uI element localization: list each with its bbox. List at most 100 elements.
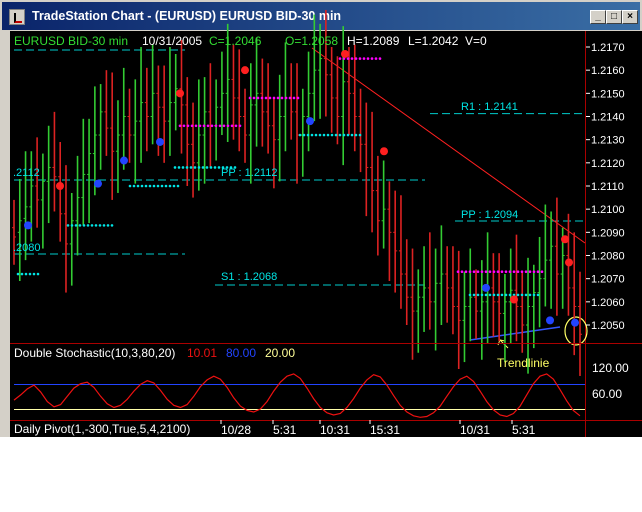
band-dot [168, 184, 172, 188]
band-dot [346, 57, 350, 60]
band-dot [217, 166, 221, 169]
band-dot [496, 270, 500, 274]
band-dot [512, 270, 516, 274]
band-dot [110, 224, 114, 227]
band-dot [234, 124, 238, 128]
band-dot [102, 224, 106, 227]
price-tick-label: 1.2080 [591, 251, 625, 263]
band-dot [342, 133, 346, 137]
price-tick-label: 1.2070 [591, 274, 625, 286]
swing-high-marker [380, 147, 388, 156]
chart-canvas[interactable]: R1 : 1.2141 PP : 1.2112 S1 : 1.2068 PP :… [0, 0, 642, 437]
indicator-value-2: 80.00 [226, 346, 256, 360]
band-dot [488, 270, 492, 274]
header-high: H=1.2089 [347, 34, 400, 48]
band-dot [362, 57, 366, 60]
band-dot [186, 124, 190, 128]
band-dot [354, 133, 358, 137]
band-dot [197, 166, 201, 169]
band-dot [201, 166, 205, 169]
band-dot [306, 133, 310, 137]
band-dot [374, 57, 378, 60]
band-dot [480, 293, 484, 297]
band-dot [496, 293, 500, 297]
band-dot [178, 124, 182, 128]
price-tick-label: 1.2100 [591, 204, 625, 216]
band-dot [106, 224, 110, 227]
band-dot [194, 124, 198, 128]
band-dot [20, 272, 24, 276]
label-left-lower: .2080 [13, 242, 41, 254]
label-r1: R1 : 1.2141 [461, 101, 518, 113]
label-pp-day2: PP : 1.2094 [461, 209, 518, 221]
band-dot [370, 57, 374, 60]
band-dot [252, 96, 256, 100]
band-dot [164, 184, 168, 188]
header-symbol: EURUSD BID-30 min [14, 34, 128, 48]
band-dot [292, 96, 296, 100]
price-tick-label: 1.2130 [591, 135, 625, 147]
swing-high-marker [341, 49, 349, 58]
band-dot [520, 293, 524, 297]
band-dot [500, 270, 504, 274]
band-dot [532, 270, 536, 274]
band-dot [144, 184, 148, 188]
band-dot [82, 224, 86, 227]
band-dot [464, 270, 468, 274]
band-dot [177, 166, 181, 169]
band-dot [318, 133, 322, 137]
band-dot [260, 96, 264, 100]
band-dot [24, 272, 28, 276]
band-dot [209, 166, 213, 169]
swing-low-marker [306, 117, 314, 126]
band-dot [504, 270, 508, 274]
price-tick-label: 1.2060 [591, 297, 625, 309]
band-dot [94, 224, 98, 227]
price-tick-label: 1.2110 [591, 181, 624, 193]
band-dot [210, 124, 214, 128]
band-dot [288, 96, 292, 100]
band-dot [182, 124, 186, 128]
band-dot [152, 184, 156, 188]
band-dot [280, 96, 284, 100]
band-dot [172, 184, 176, 188]
band-dot [536, 293, 540, 297]
band-dot [540, 270, 544, 274]
band-dot [32, 272, 36, 276]
band-dot [140, 184, 144, 188]
swing-low-marker [156, 137, 164, 146]
band-dot [492, 293, 496, 297]
price-tick-label: 1.2150 [591, 88, 625, 100]
band-dot [314, 133, 318, 137]
band-dot [16, 272, 20, 276]
band-dot [484, 293, 488, 297]
band-dot [268, 96, 272, 100]
header-volume: V=0 [465, 34, 487, 48]
band-dot [480, 270, 484, 274]
time-tick-label: 10/28 [221, 423, 251, 437]
band-dot [193, 166, 197, 169]
swing-high-marker [241, 66, 249, 75]
band-dot [472, 293, 476, 297]
band-dot [520, 270, 524, 274]
header-low: L=1.2042 [408, 34, 459, 48]
price-tick-label: 1.2050 [591, 320, 625, 332]
band-dot [248, 96, 252, 100]
price-tick-label: 1.2140 [591, 112, 625, 124]
swing-low-marker [94, 179, 102, 188]
band-dot [214, 124, 218, 128]
band-dot [472, 270, 476, 274]
band-dot [346, 133, 350, 137]
band-dot [456, 270, 460, 274]
swing-high-marker [565, 258, 573, 267]
band-dot [173, 166, 177, 169]
band-dot [476, 270, 480, 274]
band-dot [338, 57, 342, 60]
band-dot [276, 96, 280, 100]
time-tick-label: 15:31 [370, 423, 400, 437]
band-dot [284, 96, 288, 100]
swing-low-marker [24, 221, 32, 230]
band-dot [136, 184, 140, 188]
swing-low-marker [571, 318, 579, 327]
band-dot [66, 224, 70, 227]
